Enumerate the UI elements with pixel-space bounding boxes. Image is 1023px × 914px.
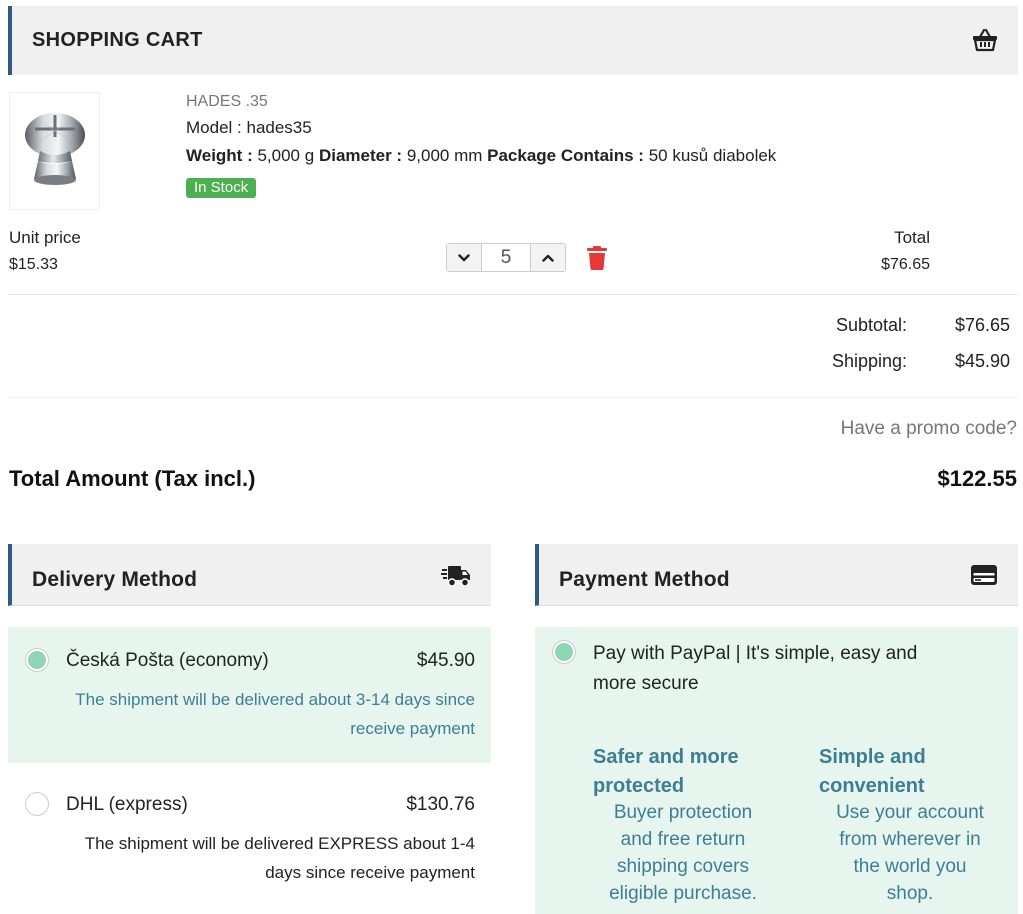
subtotal-value: $76.65 <box>954 315 1010 335</box>
feature-safer: Safer and more protected Buyer protectio… <box>593 743 773 907</box>
paypal-desc-line: more secure <box>593 673 699 694</box>
delivery-option-price: $45.90 <box>416 650 475 671</box>
delivery-option-dhl[interactable]: DHL (express) $130.76 The shipment will … <box>8 775 491 911</box>
radio-dot <box>555 643 573 661</box>
feature-text-line: the world you <box>853 856 967 877</box>
feature-title: convenient <box>819 775 925 797</box>
cart-title: SHOPPING CART <box>32 29 203 51</box>
feature-text: Use your account from wherever in the wo… <box>819 799 1001 907</box>
paypal-desc-line: Pay with PayPal | It's simple, easy and <box>593 643 918 664</box>
weight-label: Weight : <box>186 146 253 165</box>
delivery-option-desc: The shipment will be delivered about 3-1… <box>15 685 475 743</box>
feature-simple: Simple and convenient Use your account f… <box>819 743 1001 907</box>
radio-dot <box>28 651 46 669</box>
package-label: Package Contains : <box>487 146 644 165</box>
weight-value: 5,000 g <box>257 146 315 165</box>
feature-text-line: eligible purchase. <box>609 883 757 904</box>
delivery-radio-dhl[interactable] <box>25 792 49 816</box>
feature-text-line: Use your account <box>836 802 984 823</box>
basket-icon <box>973 28 997 52</box>
feature-title: Safer and more <box>593 746 739 768</box>
delivery-option-price: $130.76 <box>406 794 475 815</box>
truck-icon <box>441 566 470 587</box>
subtotal-label: Subtotal: <box>835 315 907 335</box>
delivery-header: Delivery Method <box>8 544 491 606</box>
feature-text-line: Buyer protection <box>613 802 753 823</box>
divider <box>8 397 1018 398</box>
model-value: hades35 <box>246 118 312 137</box>
delivery-title: Delivery Method <box>32 568 198 591</box>
cart-header: SHOPPING CART <box>8 6 1018 75</box>
feature-text: Buyer protection and free return shippin… <box>593 799 773 907</box>
delivery-option-name: Česká Pošta (economy) <box>66 650 269 671</box>
feature-title: protected <box>593 775 685 797</box>
chevron-up-icon <box>542 254 554 262</box>
pellet-image <box>25 113 85 185</box>
product-name[interactable]: HADES .35 <box>186 93 268 111</box>
feature-text-line: and free return <box>620 829 746 850</box>
payment-option-paypal[interactable]: Pay with PayPal | It's simple, easy and … <box>535 627 1018 914</box>
diameter-label: Diameter : <box>318 146 403 165</box>
shipping-label: Shipping: <box>831 351 907 371</box>
delivery-desc-line: The shipment will be delivered EXPRESS a… <box>84 834 475 853</box>
product-image[interactable] <box>9 92 100 210</box>
payment-radio-paypal[interactable] <box>552 640 576 664</box>
delivery-option-name: DHL (express) <box>66 794 188 815</box>
product-attributes: Weight : 5,000 g Diameter : 9,000 mm Pac… <box>186 146 776 166</box>
feature-text-line: shop. <box>886 883 934 904</box>
quantity-input[interactable]: 5 <box>482 244 530 271</box>
model-label: Model : <box>186 118 242 137</box>
delivery-desc-line: receive payment <box>350 719 475 738</box>
unit-price-label: Unit price <box>9 228 81 247</box>
credit-card-icon <box>971 565 997 585</box>
total-amount-label: Total Amount (Tax incl.) <box>9 466 256 491</box>
shipping-value: $45.90 <box>954 351 1010 371</box>
product-model: Model : hades35 <box>186 118 312 138</box>
total-amount-value: $122.55 <box>937 466 1017 491</box>
promo-code-link[interactable]: Have a promo code? <box>841 418 1017 440</box>
diameter-value: 9,000 mm <box>406 146 483 165</box>
delete-icon[interactable] <box>586 245 608 271</box>
delivery-option-desc: The shipment will be delivered EXPRESS a… <box>15 829 475 887</box>
quantity-stepper: 5 <box>446 243 566 272</box>
delivery-desc-line: days since receive payment <box>265 863 475 882</box>
divider <box>8 294 1018 295</box>
stock-badge: In Stock <box>186 178 257 198</box>
package-value: 50 kusů diabolek <box>648 146 777 165</box>
delivery-option-ceska-posta[interactable]: Česká Pošta (economy) $45.90 The shipmen… <box>8 627 491 763</box>
unit-price: $15.33 <box>9 256 58 273</box>
feature-text-line: from wherever in <box>839 829 981 850</box>
paypal-description: Pay with PayPal | It's simple, easy and … <box>593 639 1003 699</box>
increase-button[interactable] <box>530 244 565 271</box>
payment-header: Payment Method <box>535 544 1018 606</box>
chevron-down-icon <box>458 253 470 261</box>
total-label: Total <box>894 228 930 247</box>
item-total: $76.65 <box>881 256 930 273</box>
decrease-button[interactable] <box>447 244 482 271</box>
payment-title: Payment Method <box>559 568 730 591</box>
delivery-desc-line: The shipment will be delivered about 3-1… <box>75 690 475 709</box>
delivery-radio-ceska-posta[interactable] <box>25 648 49 672</box>
feature-text-line: shipping covers <box>616 856 750 877</box>
feature-title: Simple and <box>819 746 926 768</box>
